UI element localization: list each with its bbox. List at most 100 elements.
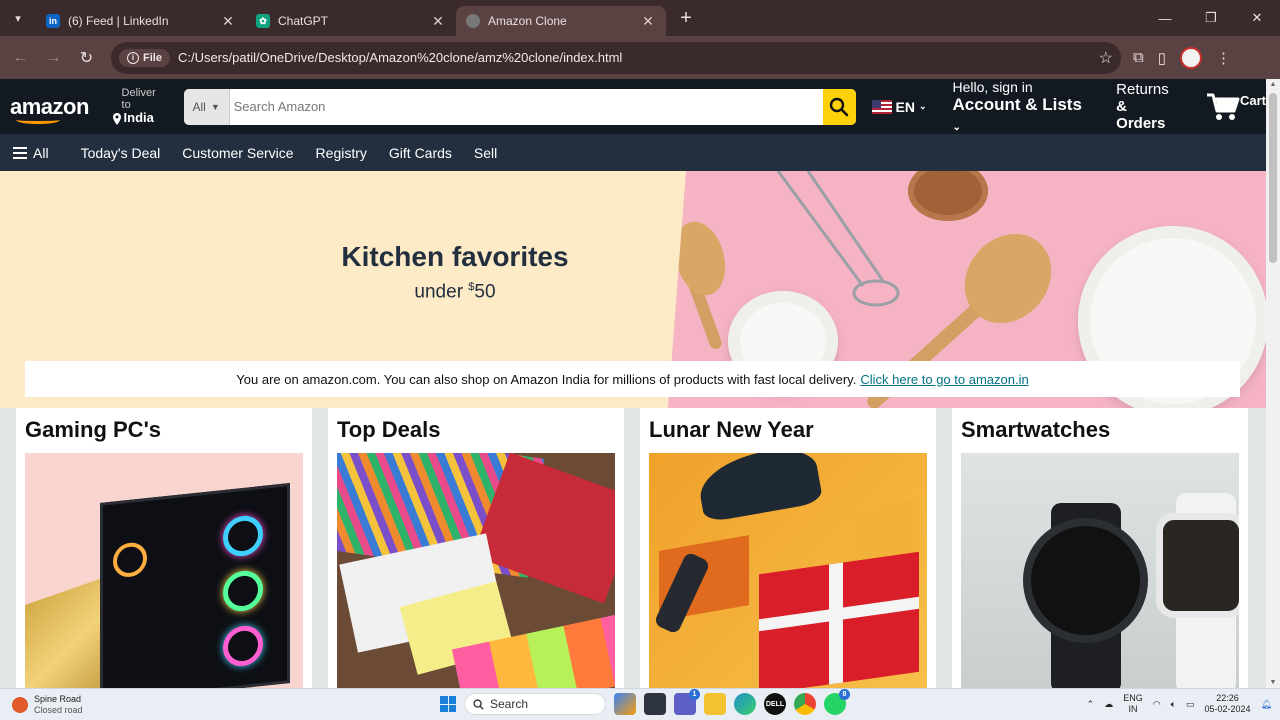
smartwatch-image[interactable] xyxy=(961,453,1239,688)
globe-icon xyxy=(466,14,480,28)
amazon-india-link[interactable]: Click here to go to amazon.in xyxy=(860,372,1028,387)
address-bar[interactable]: i File C:/Users/patil/OneDrive/Desktop/A… xyxy=(111,41,1121,74)
all-label: All xyxy=(33,144,49,161)
weather-widget[interactable]: Spine Road Closed road xyxy=(12,694,83,716)
taskbar-search[interactable]: Search xyxy=(464,693,606,715)
nav-link-gift-cards[interactable]: Gift Cards xyxy=(378,145,463,161)
windows-start-icon[interactable] xyxy=(440,696,456,712)
search-icon xyxy=(829,97,849,116)
close-icon[interactable]: ✕ xyxy=(430,13,446,30)
cart-icon xyxy=(1206,93,1240,120)
whatsapp-icon[interactable]: 8 xyxy=(824,689,850,715)
scroll-down-icon[interactable]: ▼ xyxy=(1268,679,1278,686)
side-panel-icon[interactable]: ▯ xyxy=(1158,49,1166,67)
new-tab-button[interactable]: + xyxy=(670,7,702,30)
card-lunar-new-year[interactable]: Lunar New Year xyxy=(640,408,936,688)
close-icon[interactable]: ✕ xyxy=(640,13,656,30)
gift-box xyxy=(759,551,919,688)
menu-kebab-icon[interactable]: ⋮ xyxy=(1216,49,1231,67)
chatgpt-icon: ✿ xyxy=(256,14,270,28)
chevron-up-icon[interactable]: ⌃ xyxy=(1087,699,1095,710)
search-input[interactable] xyxy=(229,88,823,125)
chevron-down-icon: ⌄ xyxy=(952,121,961,133)
volume-icon[interactable]: 🔈︎ xyxy=(1171,699,1176,710)
window-controls: — ❐ ✕ xyxy=(1142,0,1280,36)
gaming-pc-image[interactable] xyxy=(25,453,303,688)
account-lists[interactable]: Hello, sign in Account & Lists ⌄ xyxy=(953,79,1095,134)
card-gaming-pcs[interactable]: Gaming PC's xyxy=(16,408,312,688)
scroll-thumb[interactable] xyxy=(1269,93,1277,263)
url-text[interactable]: C:/Users/patil/OneDrive/Desktop/Amazon%2… xyxy=(178,50,1099,65)
clock[interactable]: 22:26 05-02-2024 xyxy=(1205,693,1251,716)
nav-link-sell[interactable]: Sell xyxy=(463,145,508,161)
edge-browser-icon[interactable] xyxy=(734,693,756,715)
browser-toolbar: ← → ↻ i File C:/Users/patil/OneDrive/Des… xyxy=(0,36,1280,79)
scroll-up-icon[interactable]: ▲ xyxy=(1268,81,1278,88)
card-title: Top Deals xyxy=(337,417,441,442)
profile-avatar[interactable] xyxy=(1179,46,1202,69)
back-icon[interactable]: ← xyxy=(4,49,37,67)
cart-button[interactable]: Cart xyxy=(1206,92,1266,122)
forward-icon[interactable]: → xyxy=(37,49,70,67)
locale-notice: You are on amazon.com. You can also shop… xyxy=(25,361,1240,397)
reload-icon[interactable]: ↻ xyxy=(70,48,103,68)
extensions-icon[interactable]: ⧉ xyxy=(1133,49,1144,66)
notification-badge: 1 xyxy=(689,689,700,700)
card-top-deals[interactable]: Top Deals xyxy=(328,408,624,688)
rgb-fan xyxy=(223,568,263,614)
wooden-bowl xyxy=(908,171,988,221)
chevron-down-icon: ▼ xyxy=(210,101,220,112)
returns-orders[interactable]: Returns & Orders xyxy=(1116,81,1180,133)
cloud-icon[interactable]: ☁ xyxy=(1104,699,1113,710)
subtitle-amount: 50 xyxy=(474,281,496,303)
account-label: Account & Lists xyxy=(952,95,1082,114)
black-watch-face xyxy=(1023,518,1148,643)
tab-search-icon[interactable]: ▾ xyxy=(0,0,36,36)
notifications-bell-icon[interactable]: 🔔︎ xyxy=(1261,699,1272,710)
weather-title: Spine Road xyxy=(34,693,82,704)
system-tray: ⌃ ☁ ENG IN ◠ 🔈︎ ▭ 22:26 05-02-2024 🔔︎ xyxy=(1087,693,1272,716)
amazon-logo[interactable]: amazon xyxy=(10,89,89,125)
close-icon[interactable]: ✕ xyxy=(220,13,236,30)
wifi-icon[interactable]: ◠ xyxy=(1153,699,1161,710)
returns-label: Returns xyxy=(1116,80,1169,98)
minimize-icon[interactable]: — xyxy=(1142,0,1188,36)
input-language[interactable]: ENG IN xyxy=(1123,693,1143,716)
nav-link-customer-service[interactable]: Customer Service xyxy=(171,145,304,161)
amazon-header: amazon Deliver to India All ▼ EN ⌄ Hello… xyxy=(0,79,1266,134)
nav-link-registry[interactable]: Registry xyxy=(305,145,378,161)
language-selector[interactable]: EN ⌄ xyxy=(871,98,927,115)
chip-label: File xyxy=(143,51,162,64)
all-menu-button[interactable]: All xyxy=(0,145,60,161)
copilot-icon[interactable] xyxy=(614,693,636,715)
nav-link-todays-deal[interactable]: Today's Deal xyxy=(70,145,172,161)
dell-icon[interactable]: DELL xyxy=(764,693,786,715)
us-flag-icon xyxy=(871,99,892,114)
tab-linkedin[interactable]: in (6) Feed | LinkedIn ✕ xyxy=(36,6,246,36)
file-explorer-icon[interactable] xyxy=(704,693,726,715)
teams-chat-icon[interactable]: 1 xyxy=(674,689,700,715)
deliver-to[interactable]: Deliver to India xyxy=(112,87,168,125)
task-view-icon[interactable] xyxy=(644,693,666,715)
site-info-chip[interactable]: i File xyxy=(119,48,170,67)
card-title: Smartwatches xyxy=(961,417,1111,442)
language-label: EN xyxy=(895,98,915,115)
location-pin-icon xyxy=(112,112,121,125)
linkedin-icon: in xyxy=(46,14,60,28)
bookmark-star-icon[interactable]: ☆ xyxy=(1099,48,1113,68)
orders-label: & Orders xyxy=(1116,97,1166,133)
close-window-icon[interactable]: ✕ xyxy=(1234,0,1280,36)
tab-amazon-clone[interactable]: Amazon Clone ✕ xyxy=(456,6,666,36)
page-scrollbar[interactable]: ▲ ▼ xyxy=(1266,79,1280,688)
hero-title: Kitchen favorites xyxy=(341,241,569,272)
tab-chatgpt[interactable]: ✿ ChatGPT ✕ xyxy=(246,6,456,36)
stationery-image[interactable] xyxy=(337,453,615,688)
card-smartwatches[interactable]: Smartwatches xyxy=(952,408,1248,688)
battery-icon[interactable]: ▭ xyxy=(1186,699,1195,710)
restore-icon[interactable]: ❐ xyxy=(1188,0,1234,36)
gift-image[interactable] xyxy=(649,453,927,688)
search-category-select[interactable]: All ▼ xyxy=(183,88,230,125)
search-button[interactable] xyxy=(822,88,856,125)
chrome-browser-icon[interactable] xyxy=(794,693,816,715)
browser-tabbar: ▾ in (6) Feed | LinkedIn ✕ ✿ ChatGPT ✕ A… xyxy=(0,0,1280,36)
